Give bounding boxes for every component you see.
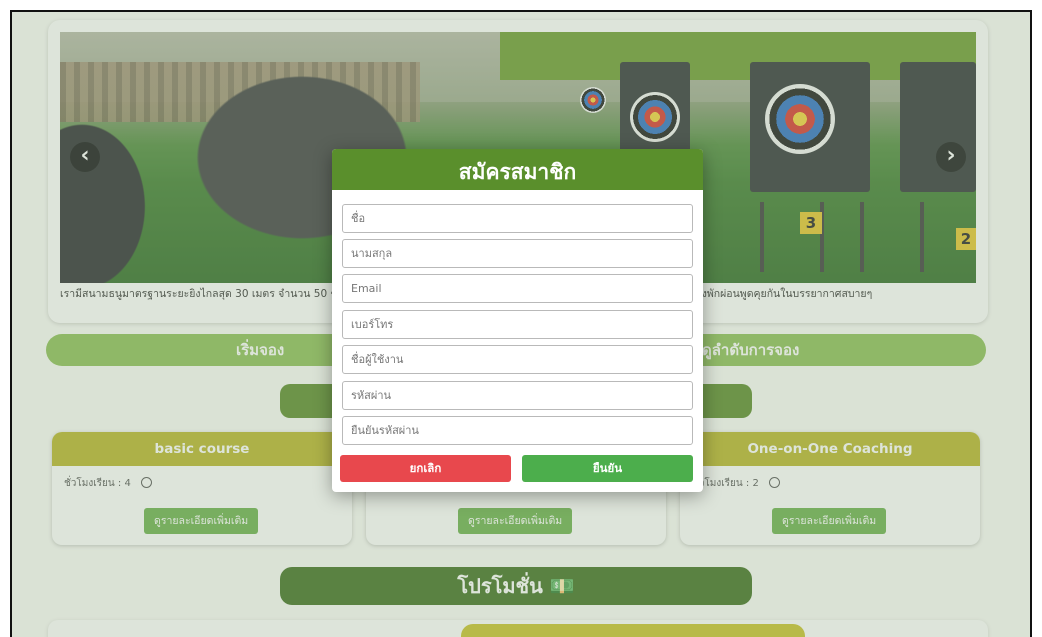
register-modal: สมัครสมาชิก ยกเลิก ยืนยัน (332, 149, 703, 492)
last-name-input[interactable] (342, 239, 693, 268)
confirm-button[interactable]: ยืนยัน (522, 455, 693, 482)
browser-frame: 3 2 ‹ › เรามีสนามธนูมาตรฐานระยะยิงไกลสุด… (10, 10, 1032, 637)
cancel-button[interactable]: ยกเลิก (340, 455, 511, 482)
password-input[interactable] (342, 381, 693, 410)
phone-input[interactable] (342, 310, 693, 339)
username-input[interactable] (342, 345, 693, 374)
page: 3 2 ‹ › เรามีสนามธนูมาตรฐานระยะยิงไกลสุด… (12, 12, 1030, 637)
first-name-input[interactable] (342, 204, 693, 233)
email-input[interactable] (342, 274, 693, 303)
modal-title: สมัครสมาชิก (332, 149, 703, 190)
confirm-password-input[interactable] (342, 416, 693, 445)
